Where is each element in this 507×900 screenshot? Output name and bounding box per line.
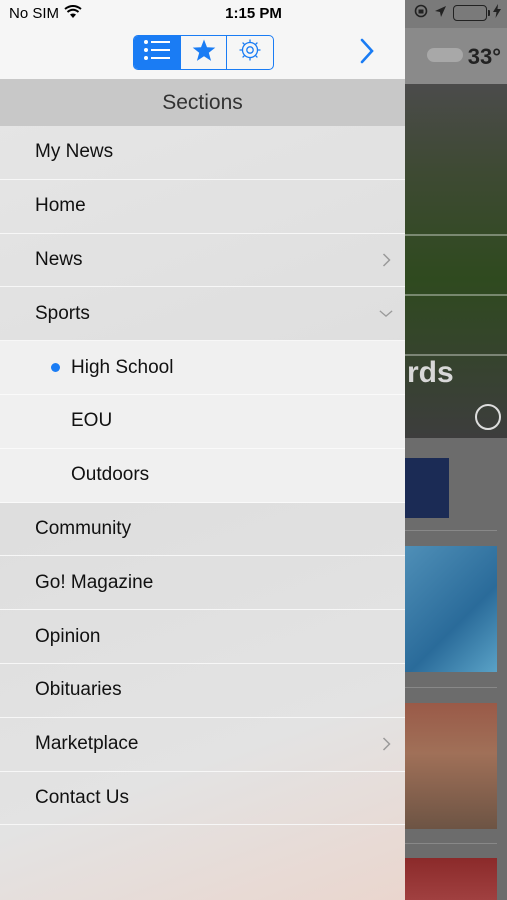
sections-header: Sections (0, 79, 405, 126)
star-icon (192, 39, 216, 67)
segment-settings[interactable] (227, 36, 273, 69)
menu-item-label: High School (71, 356, 174, 378)
story-thumbnail[interactable] (405, 858, 497, 900)
background-page: 33° rds (405, 0, 507, 900)
location-icon (434, 5, 447, 22)
menu-item-sports[interactable]: Sports (0, 287, 405, 342)
selected-indicator (51, 363, 60, 373)
story-thumbnail[interactable] (405, 546, 497, 672)
sections-drawer: Sections My News Home News Sports High S… (0, 0, 405, 900)
close-drawer-button[interactable] (356, 38, 378, 68)
menu-item-eou[interactable]: EOU (0, 394, 405, 449)
divider (405, 687, 497, 688)
menu-item-obituaries[interactable]: Obituaries (0, 664, 405, 718)
status-right-group (414, 4, 501, 22)
segment-favorites[interactable] (181, 36, 228, 69)
menu-item-label: Marketplace (35, 733, 139, 755)
menu-item-label: My News (35, 141, 114, 163)
menu-item-label: Obituaries (35, 679, 122, 701)
list-icon (143, 39, 171, 66)
view-segmented-control[interactable] (133, 35, 274, 70)
hero-headline[interactable]: rds (407, 356, 454, 390)
segment-sections[interactable] (134, 36, 181, 69)
menu-item-label: Contact Us (35, 786, 129, 808)
chevron-right-icon[interactable] (379, 737, 393, 751)
menu-item-outdoors[interactable]: Outdoors (0, 448, 405, 503)
cloud-icon (427, 48, 463, 62)
chevron-right-icon[interactable] (379, 253, 393, 267)
charging-icon (493, 4, 501, 22)
menu-item-label: Opinion (35, 625, 101, 647)
menu-item-go-magazine[interactable]: Go! Magazine (0, 556, 405, 611)
menu-item-contact-us[interactable]: Contact Us (0, 772, 405, 826)
menu-item-high-school[interactable]: High School (0, 341, 405, 395)
menu-item-label: News (35, 248, 83, 270)
lock-rotation-icon (414, 4, 428, 22)
battery-icon (453, 5, 490, 21)
menu-item-opinion[interactable]: Opinion (0, 610, 405, 664)
weather-temperature: 33° (467, 44, 501, 69)
chevron-down-icon[interactable] (379, 307, 393, 321)
sections-menu: My News Home News Sports High School EOU… (0, 126, 405, 826)
menu-item-community[interactable]: Community (0, 503, 405, 557)
ad-banner[interactable] (405, 458, 449, 518)
menu-item-label: Outdoors (71, 464, 150, 486)
menu-item-label: Go! Magazine (35, 571, 154, 593)
divider (405, 843, 497, 844)
menu-item-home[interactable]: Home (0, 180, 405, 234)
menu-item-label: Sports (35, 302, 90, 324)
menu-item-label: Community (35, 517, 132, 539)
menu-item-label: EOU (71, 410, 113, 432)
gear-icon (238, 38, 262, 67)
story-thumbnail[interactable] (405, 703, 497, 829)
menu-item-my-news[interactable]: My News (0, 126, 405, 180)
menu-item-label: Home (35, 195, 86, 217)
divider (405, 530, 497, 531)
chevron-right-icon (359, 38, 375, 69)
menu-item-marketplace[interactable]: Marketplace (0, 718, 405, 772)
menu-item-news[interactable]: News (0, 234, 405, 288)
status-bar: No SIM 1:15 PM (0, 0, 507, 28)
gallery-icon[interactable] (475, 404, 501, 430)
